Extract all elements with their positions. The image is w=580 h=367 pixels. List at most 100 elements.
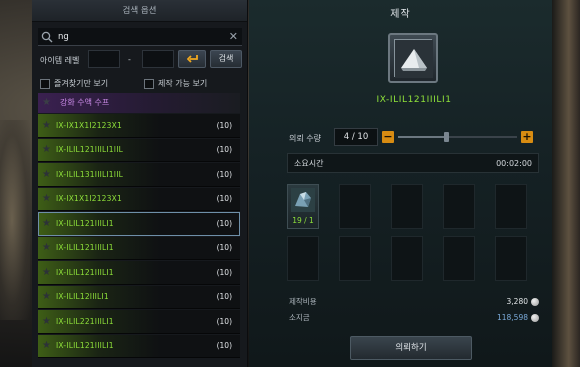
craftable-only-checkbox[interactable]: 제작 가능 보기 [144, 78, 207, 89]
recipe-count: (10) [216, 292, 232, 302]
level-min-input[interactable] [88, 50, 120, 68]
recipe-row[interactable]: ★ IX-IX1X1I2123X1 (10) [38, 187, 240, 211]
search-icon [41, 31, 53, 43]
recipe-name: IX-ILIL131IIILI1IIL [56, 169, 123, 179]
empty-material-slot [391, 236, 423, 281]
money-label: 소지금 [289, 313, 310, 322]
recipe-row[interactable]: ★ IX-ILIL12IIILI1 (10) [38, 285, 240, 309]
favorite-star-icon[interactable]: ★ [42, 291, 56, 302]
craft-panel: 제작 IX-ILIL121IIILI1 의뢰 수량 4 / 10 − + 소요시… [249, 0, 552, 367]
recipe-row[interactable]: ★ IX-ILIL121IIILI1IIL (10) [38, 138, 240, 162]
result-item-name: IX-ILIL121IIILI1 [376, 95, 452, 105]
material-slot[interactable]: 19 / 1 [287, 184, 319, 229]
empty-material-slot [443, 236, 475, 281]
craft-cost-label: 제작비용 [289, 297, 317, 306]
favorite-star-icon[interactable]: ★ [42, 93, 56, 113]
recipe-count: (10) [216, 267, 232, 277]
search-options-header: 검색 옵션 [32, 0, 247, 22]
favorite-star-icon[interactable]: ★ [42, 242, 56, 253]
money-row: 소지금 118,598 [289, 312, 539, 323]
recipe-name: IX-ILIL121IIILI1 [56, 243, 114, 253]
search-button[interactable]: 검색 [210, 50, 242, 68]
recipe-count: (10) [216, 218, 232, 228]
salt-pile-icon [395, 40, 433, 78]
recipe-count: (10) [216, 341, 232, 351]
empty-material-slot [495, 184, 527, 229]
recipe-count: (10) [216, 145, 232, 155]
quantity-slider-handle[interactable] [443, 132, 449, 142]
empty-material-slot [391, 184, 423, 229]
quantity-decrease-button[interactable]: − [382, 131, 394, 143]
recipe-row[interactable]: ★ IX-IX1X1I2123X1 (10) [38, 114, 240, 138]
craft-cost-value: 3,280 [506, 297, 528, 306]
result-item-slot[interactable] [388, 33, 438, 83]
request-button[interactable]: 의뢰하기 [350, 336, 472, 360]
empty-material-slot [339, 184, 371, 229]
craft-time-label: 소요시간 [294, 158, 324, 168]
quantity-value[interactable]: 4 / 10 [334, 128, 378, 146]
money: 118,598 [497, 312, 539, 323]
craft-time-value: 00:02:00 [496, 158, 532, 168]
favorites-only-label: 즐겨찾기만 보기 [54, 79, 109, 88]
recipe-row[interactable]: ★ IX-ILIL121IIILI1 (10) [38, 334, 240, 358]
silver-coin-icon [531, 297, 539, 306]
search-bar: ✕ [38, 28, 242, 46]
level-max-input[interactable] [142, 50, 174, 68]
recipe-name: IX-IX1X1I2123X1 [56, 194, 122, 204]
category-label: 강화 수액 수프 [60, 98, 110, 107]
item-level-label: 아이템 레벨 [40, 56, 80, 65]
favorite-star-icon[interactable]: ★ [42, 267, 56, 278]
craft-time-row: 소요시간 00:02:00 [287, 153, 539, 173]
recipe-count: (10) [216, 120, 232, 130]
quantity-label: 의뢰 수량 [289, 134, 321, 143]
recipe-name: IX-IX1X1I2123X1 [56, 120, 122, 130]
craftable-only-label: 제작 가능 보기 [158, 79, 208, 88]
favorite-star-icon[interactable]: ★ [42, 316, 56, 327]
recipe-name: IX-ILIL221IIILI1 [56, 316, 114, 326]
recipe-row[interactable]: ★ IX-ILIL121IIILI1 (10) [38, 212, 240, 236]
recipe-name: IX-ILIL121IIILI1 [56, 267, 114, 277]
empty-material-slot [339, 236, 371, 281]
recipe-row[interactable]: ★ IX-ILIL121IIILI1 (10) [38, 236, 240, 260]
checkbox-box[interactable] [144, 78, 154, 89]
recipe-count: (10) [216, 169, 232, 179]
craft-cost-row: 제작비용 3,280 [289, 296, 539, 307]
favorite-star-icon[interactable]: ★ [42, 340, 56, 351]
material-count: 19 / 1 [292, 216, 314, 225]
empty-material-slot [287, 236, 319, 281]
checkbox-box[interactable] [40, 78, 50, 89]
crystal-ore-icon [291, 188, 315, 212]
recipe-name: IX-ILIL12IIILI1 [56, 292, 109, 302]
favorite-star-icon[interactable]: ★ [42, 218, 56, 229]
close-icon[interactable]: ✕ [229, 30, 238, 44]
silver-coin-icon [531, 313, 539, 322]
recipe-row[interactable]: ★ IX-ILIL131IIILI1IIL (10) [38, 163, 240, 187]
favorite-star-icon[interactable]: ★ [42, 144, 56, 155]
background-edge [552, 0, 580, 367]
recipe-name: IX-ILIL121IIILI1 [56, 341, 114, 351]
search-input[interactable] [58, 30, 208, 44]
favorites-only-checkbox[interactable]: 즐겨찾기만 보기 [40, 78, 108, 89]
recipe-count: (10) [216, 243, 232, 253]
recipe-count: (10) [216, 316, 232, 326]
favorite-star-icon[interactable]: ★ [42, 120, 56, 131]
quantity-slider[interactable] [398, 136, 517, 138]
recipe-row[interactable]: ★ IX-ILIL121IIILI1 (10) [38, 261, 240, 285]
quantity-increase-button[interactable]: + [521, 131, 533, 143]
quantity-slider-fill [398, 136, 446, 138]
favorite-star-icon[interactable]: ★ [42, 193, 56, 204]
recipe-name: IX-ILIL121IIILI1IIL [56, 145, 123, 155]
empty-material-slot [443, 184, 475, 229]
recipe-row[interactable]: ★ IX-ILIL221IIILI1 (10) [38, 310, 240, 334]
money-value: 118,598 [496, 313, 528, 322]
empty-material-slot [495, 236, 527, 281]
recipe-name: IX-ILIL121IIILI1 [56, 218, 114, 228]
favorite-star-icon[interactable]: ★ [42, 169, 56, 180]
craft-cost: 3,280 [507, 296, 539, 307]
reset-button[interactable] [178, 50, 206, 68]
background-scene [0, 120, 30, 320]
category-row[interactable]: ★ 강화 수액 수프 [38, 93, 240, 113]
search-panel: 검색 옵션 ✕ 아이템 레벨 - 검색 즐겨찾기만 보기 제작 가능 보기 ★ … [32, 0, 279, 367]
level-separator: - [128, 55, 131, 64]
recipe-list: ★ 강화 수액 수프 ★ IX-IX1X1I2123X1 (10) ★ IX-ILIL1… [38, 93, 240, 367]
